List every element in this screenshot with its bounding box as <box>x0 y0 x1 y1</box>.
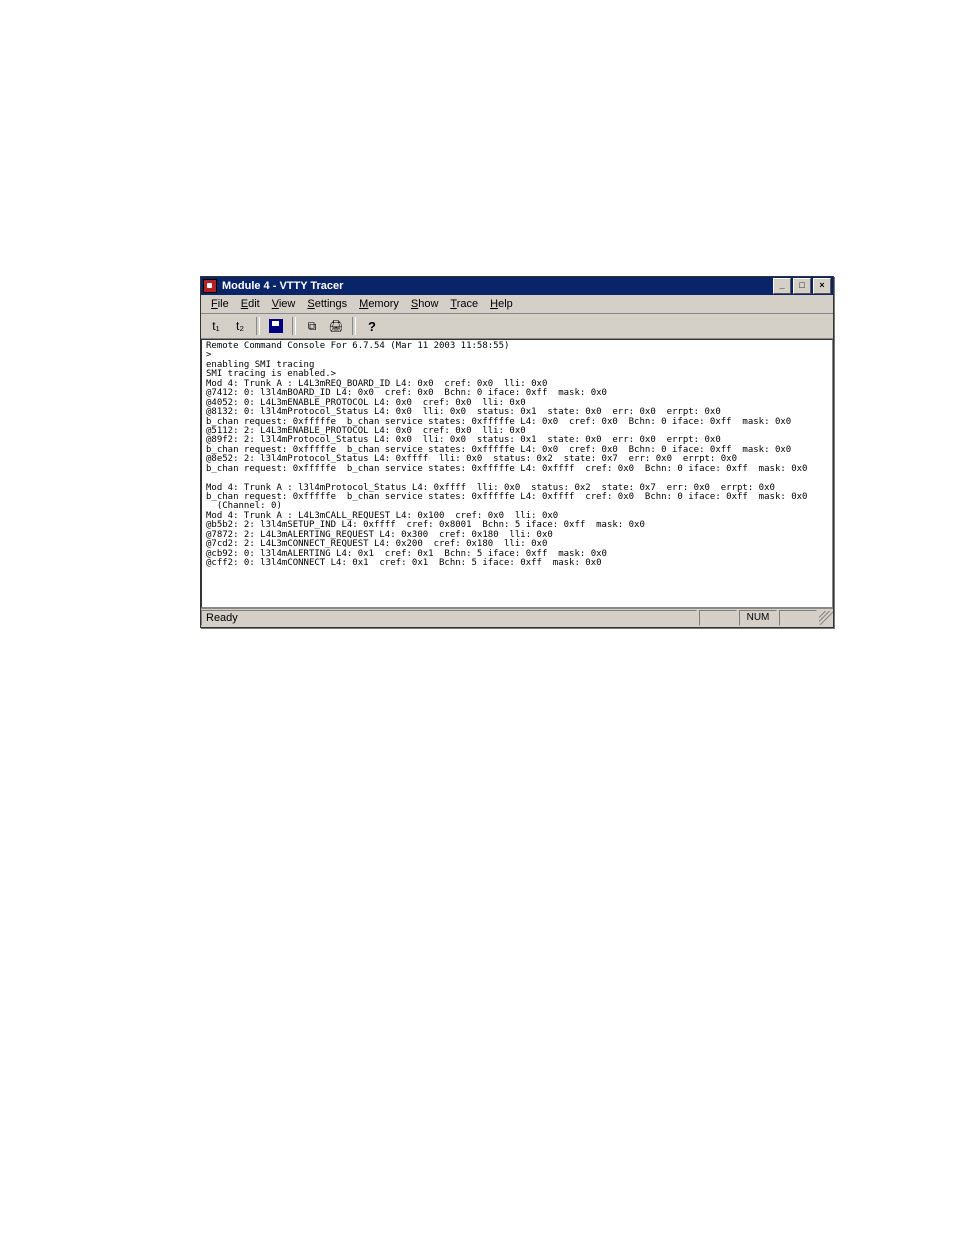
menu-show[interactable]: Show <box>405 297 445 311</box>
close-button[interactable]: × <box>813 278 831 294</box>
help-icon: ? <box>368 319 376 334</box>
menu-memory[interactable]: Memory <box>353 297 405 311</box>
menu-trace[interactable]: Trace <box>444 297 484 311</box>
status-num: NUM <box>739 610 777 626</box>
print-icon: 🖨 <box>328 319 343 333</box>
toolbar-separator <box>256 317 260 335</box>
minimize-button[interactable]: _ <box>773 278 791 294</box>
console-output[interactable]: Remote Command Console For 6.7.54 (Mar 1… <box>201 339 833 608</box>
menu-file[interactable]: File <box>205 297 235 311</box>
save-icon <box>269 319 283 333</box>
status-ready: Ready <box>201 610 697 626</box>
window-title: Module 4 - VTTY Tracer <box>220 280 771 292</box>
vtty-tracer-window: Module 4 - VTTY Tracer _ □ × File Edit V… <box>200 276 834 628</box>
resize-grip-icon[interactable] <box>819 611 833 625</box>
copy-icon: ⧉ <box>308 319 317 334</box>
status-blank <box>699 610 737 626</box>
menu-help[interactable]: Help <box>484 297 519 311</box>
app-icon <box>203 279 217 293</box>
toolbar-separator <box>352 317 356 335</box>
menu-view[interactable]: View <box>266 297 302 311</box>
titlebar[interactable]: Module 4 - VTTY Tracer _ □ × <box>201 277 833 295</box>
t2-button[interactable]: t₂ <box>229 315 251 337</box>
print-button[interactable]: 🖨 <box>325 315 347 337</box>
help-button[interactable]: ? <box>361 315 383 337</box>
menu-edit[interactable]: Edit <box>235 297 266 311</box>
menubar: File Edit View Settings Memory Show Trac… <box>201 295 833 314</box>
copy-button[interactable]: ⧉ <box>301 315 323 337</box>
toolbar: t₁ t₂ ⧉ 🖨 ? <box>201 314 833 339</box>
maximize-button[interactable]: □ <box>793 278 811 294</box>
save-button[interactable] <box>265 315 287 337</box>
document-page: Module 4 - VTTY Tracer _ □ × File Edit V… <box>0 0 954 1235</box>
status-blank2 <box>779 610 817 626</box>
toolbar-separator <box>292 317 296 335</box>
t1-button[interactable]: t₁ <box>205 315 227 337</box>
menu-settings[interactable]: Settings <box>301 297 353 311</box>
statusbar: Ready NUM <box>201 608 833 627</box>
